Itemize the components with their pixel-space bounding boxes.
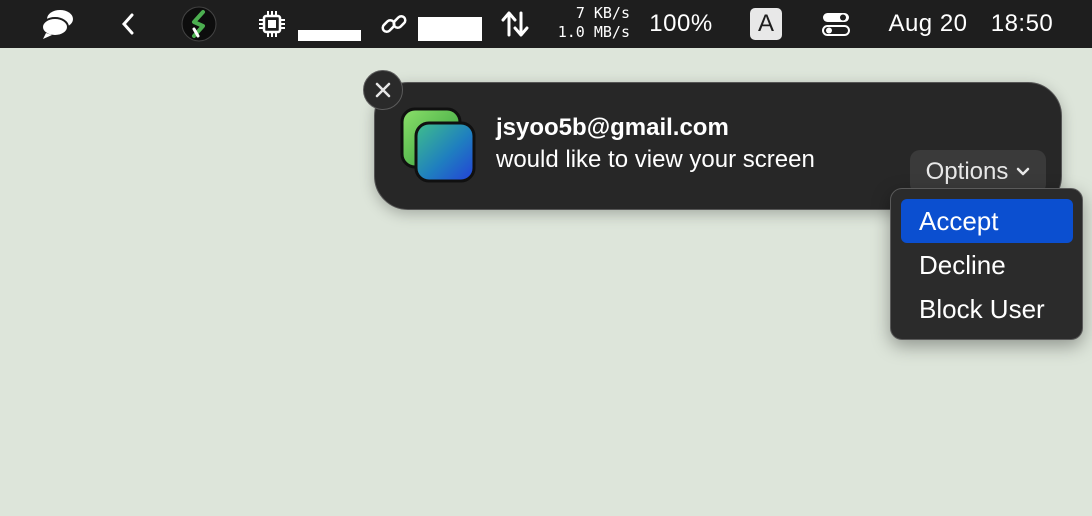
notification-title: jsyoo5b@gmail.com	[496, 114, 729, 141]
network-speed[interactable]: 7 KB/s 1.0 MB/s	[540, 4, 630, 42]
chevron-left-icon[interactable]	[116, 0, 140, 48]
close-icon	[375, 82, 391, 98]
notification-body: would like to view your screen	[496, 146, 815, 173]
menubar-date[interactable]: Aug 20	[882, 0, 974, 48]
redacted-value	[418, 17, 482, 41]
network-download-speed: 1.0 MB/s	[557, 23, 630, 41]
notification-close-button[interactable]	[363, 70, 403, 110]
input-source-indicator[interactable]: A	[750, 8, 782, 40]
options-label: Options	[925, 158, 1009, 185]
control-center-icon[interactable]	[820, 0, 852, 48]
screen-sharing-app-icon	[400, 106, 478, 186]
menubar-clock[interactable]: 18:50	[984, 0, 1060, 48]
menu-item-accept[interactable]: Accept	[901, 199, 1073, 243]
battery-percentage[interactable]: 100%	[648, 0, 714, 48]
chat-bubbles-icon[interactable]	[38, 0, 78, 48]
chevron-down-icon	[1017, 167, 1030, 176]
network-arrows-icon[interactable]	[498, 0, 532, 48]
menu-item-block-user[interactable]: Block User	[901, 287, 1073, 331]
link-icon[interactable]	[378, 0, 410, 48]
menu-bar: 7 KB/s 1.0 MB/s 100% A Aug 20 18:50	[0, 0, 1092, 48]
s-logo-icon[interactable]	[180, 0, 218, 48]
redacted-value	[298, 30, 361, 41]
options-dropdown-menu: Accept Decline Block User	[890, 188, 1083, 340]
network-upload-speed: 7 KB/s	[575, 4, 630, 22]
menu-item-decline[interactable]: Decline	[901, 243, 1073, 287]
cpu-icon[interactable]	[256, 0, 288, 48]
